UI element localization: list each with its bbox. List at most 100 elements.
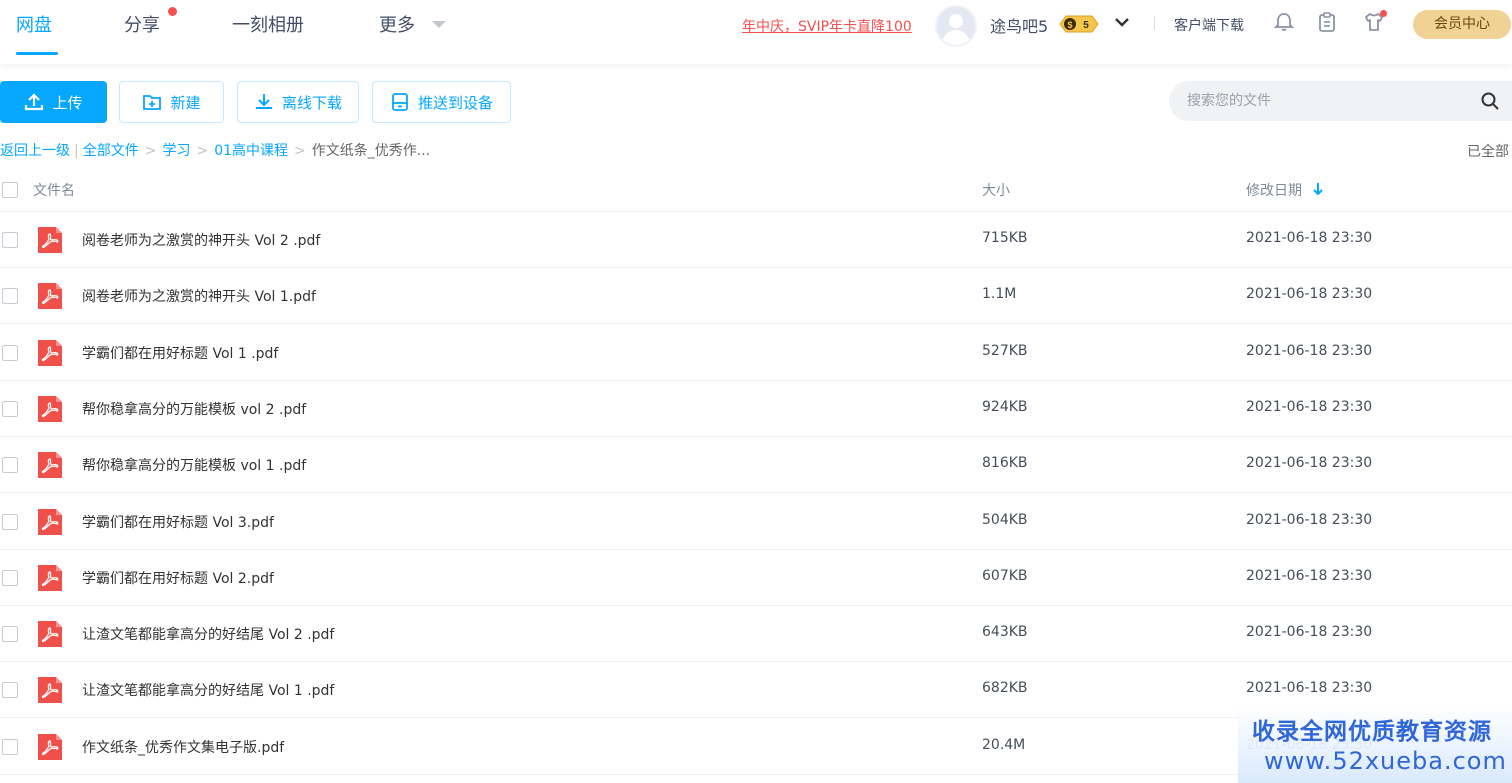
pdf-file-icon (38, 283, 62, 310)
member-center-button[interactable]: 会员中心 (1413, 10, 1511, 39)
offline-download-button[interactable]: 离线下载 (237, 81, 359, 123)
svip-badge-icon: $ 5 (1059, 15, 1099, 33)
svg-text:$: $ (1067, 20, 1072, 30)
column-header-size[interactable]: 大小 (982, 180, 1010, 200)
row-checkbox[interactable] (2, 569, 18, 586)
row-checkbox[interactable] (2, 626, 18, 643)
table-row[interactable]: 帮你稳拿高分的万能模板 vol 2 .pdf 924KB 2021-06-18 23… (0, 381, 1512, 437)
row-checkbox[interactable] (2, 400, 18, 417)
breadcrumb-separator: > (144, 143, 157, 159)
table-header: 文件名 大小 修改日期 (0, 168, 1512, 212)
breadcrumb-back-link[interactable]: 返回上一级 (0, 143, 70, 159)
pdf-file-icon (38, 733, 62, 760)
breadcrumb-current: 作文纸条_优秀作... (311, 143, 431, 159)
breadcrumb-separator: > (196, 143, 209, 159)
file-size: 924KB (982, 398, 1028, 415)
table-row[interactable]: 阅卷老师为之激赏的神开头 Vol 2 .pdf 715KB 2021-06-18 2… (0, 212, 1512, 268)
file-name[interactable]: 帮你稳拿高分的万能模板 vol 2 .pdf (82, 399, 306, 419)
file-date: 2021-06-18 23:30 (1246, 511, 1373, 528)
file-date: 2021-06-18 23:30 (1246, 567, 1373, 584)
svg-text:5: 5 (1083, 20, 1089, 31)
device-icon (392, 93, 408, 111)
watermark: 收录全网优质教育资源 www.52xueba.com (1238, 706, 1512, 783)
breadcrumb-study[interactable]: 学习 (162, 143, 190, 159)
file-name[interactable]: 阅卷老师为之激赏的神开头 Vol 1.pdf (82, 286, 316, 306)
tab-share[interactable]: 分享 (124, 11, 160, 37)
table-row[interactable]: 学霸们都在用好标题 Vol 3.pdf 504KB 2021-06-18 23:30 (0, 494, 1512, 550)
table-row[interactable]: 让渣文笔都能拿高分的好结尾 Vol 2 .pdf 643KB 2021-06-18 … (0, 606, 1512, 663)
file-date: 2021-06-18 23:30 (1246, 455, 1373, 472)
top-nav: 网盘 分享 一刻相册 更多 年中庆，SVIP年卡直降100 途鸟吧5 $ 5 客… (0, 0, 1512, 64)
file-name[interactable]: 让渣文笔都能拿高分的好结尾 Vol 2 .pdf (82, 624, 334, 644)
pdf-file-icon (38, 395, 62, 422)
row-checkbox[interactable] (2, 344, 18, 361)
row-checkbox[interactable] (2, 457, 18, 474)
pdf-file-icon (38, 564, 62, 591)
table-row[interactable]: 学霸们都在用好标题 Vol 2.pdf 607KB 2021-06-18 23:30 (0, 550, 1512, 606)
select-all-checkbox[interactable] (2, 182, 18, 198)
table-row[interactable]: 阅卷老师为之激赏的神开头 Vol 1.pdf 1.1M 2021-06-18 23:… (0, 268, 1512, 325)
row-checkbox[interactable] (2, 288, 18, 305)
row-checkbox[interactable] (2, 232, 18, 248)
tab-netdisk[interactable]: 网盘 (16, 11, 52, 37)
breadcrumb-divider: | (74, 143, 79, 159)
bell-icon[interactable] (1273, 11, 1295, 33)
file-name[interactable]: 学霸们都在用好标题 Vol 2.pdf (82, 568, 274, 588)
file-size: 816KB (982, 455, 1028, 472)
table-row[interactable]: 学霸们都在用好标题 Vol 1 .pdf 527KB 2021-06-18 23:3… (0, 325, 1512, 381)
upload-button[interactable]: 上传 (0, 81, 107, 123)
loaded-all-status: 已全部 (1467, 144, 1509, 160)
file-size: 504KB (982, 511, 1028, 528)
file-date: 2021-06-18 23:30 (1246, 286, 1373, 303)
column-header-date[interactable]: 修改日期 (1246, 180, 1302, 200)
chevron-down-icon[interactable] (432, 21, 446, 28)
file-name[interactable]: 学霸们都在用好标题 Vol 1 .pdf (82, 343, 278, 363)
avatar[interactable] (935, 5, 977, 47)
new-folder-button[interactable]: 新建 (119, 81, 224, 123)
tab-album[interactable]: 一刻相册 (232, 11, 304, 37)
file-date: 2021-06-18 23:30 (1246, 230, 1373, 246)
upload-icon (25, 93, 44, 111)
breadcrumb: 返回上一级 | 全部文件 > 学习 >01高中课程 > 作文纸条_优秀作... (0, 140, 430, 160)
chevron-down-icon[interactable] (1114, 14, 1130, 30)
file-name[interactable]: 学霸们都在用好标题 Vol 3.pdf (82, 512, 274, 532)
tab-more[interactable]: 更多 (379, 11, 415, 37)
username[interactable]: 途鸟吧5 (990, 13, 1048, 37)
sort-desc-icon[interactable] (1312, 182, 1324, 196)
table-row[interactable]: 帮你稳拿高分的万能模板 vol 1 .pdf 816KB 2021-06-18 23… (0, 437, 1512, 494)
file-date: 2021-06-18 23:30 (1246, 624, 1373, 641)
pdf-file-icon (38, 677, 62, 704)
file-size: 527KB (982, 342, 1028, 359)
file-size: 715KB (982, 230, 1028, 246)
breadcrumb-highschool[interactable]: 01高中课程 (214, 143, 288, 159)
pdf-file-icon (38, 227, 62, 253)
breadcrumb-separator: > (294, 143, 306, 159)
promo-link[interactable]: 年中庆，SVIP年卡直降100 (742, 16, 912, 36)
client-download-link[interactable]: 客户端下载 (1174, 15, 1244, 35)
file-date: 2021-06-18 23:30 (1246, 398, 1373, 415)
active-tab-indicator (16, 52, 58, 55)
share-notification-dot (168, 7, 177, 16)
file-size: 20.4M (982, 736, 1026, 753)
clipboard-icon[interactable] (1316, 11, 1338, 33)
new-folder-icon (143, 95, 162, 110)
file-size: 1.1M (982, 286, 1017, 303)
file-name[interactable]: 作文纸条_优秀作文集电子版.pdf (82, 737, 284, 757)
search-icon[interactable] (1480, 91, 1500, 111)
divider (1154, 16, 1155, 30)
watermark-line2: www.52xueba.com (1264, 747, 1507, 775)
row-checkbox[interactable] (2, 682, 18, 699)
search-input[interactable] (1187, 81, 1467, 121)
search-box (1169, 81, 1512, 121)
file-size: 682KB (982, 680, 1028, 697)
breadcrumb-all-files[interactable]: 全部文件 (83, 143, 139, 159)
push-to-device-button[interactable]: 推送到设备 (372, 81, 511, 123)
file-name[interactable]: 帮你稳拿高分的万能模板 vol 1 .pdf (82, 455, 306, 475)
column-header-name[interactable]: 文件名 (33, 180, 75, 200)
pdf-file-icon (38, 452, 62, 479)
row-checkbox[interactable] (2, 513, 18, 530)
file-name[interactable]: 阅卷老师为之激赏的神开头 Vol 2 .pdf (82, 230, 320, 250)
watermark-line1: 收录全网优质教育资源 (1252, 719, 1492, 745)
row-checkbox[interactable] (2, 738, 18, 755)
file-name[interactable]: 让渣文笔都能拿高分的好结尾 Vol 1 .pdf (82, 680, 334, 700)
